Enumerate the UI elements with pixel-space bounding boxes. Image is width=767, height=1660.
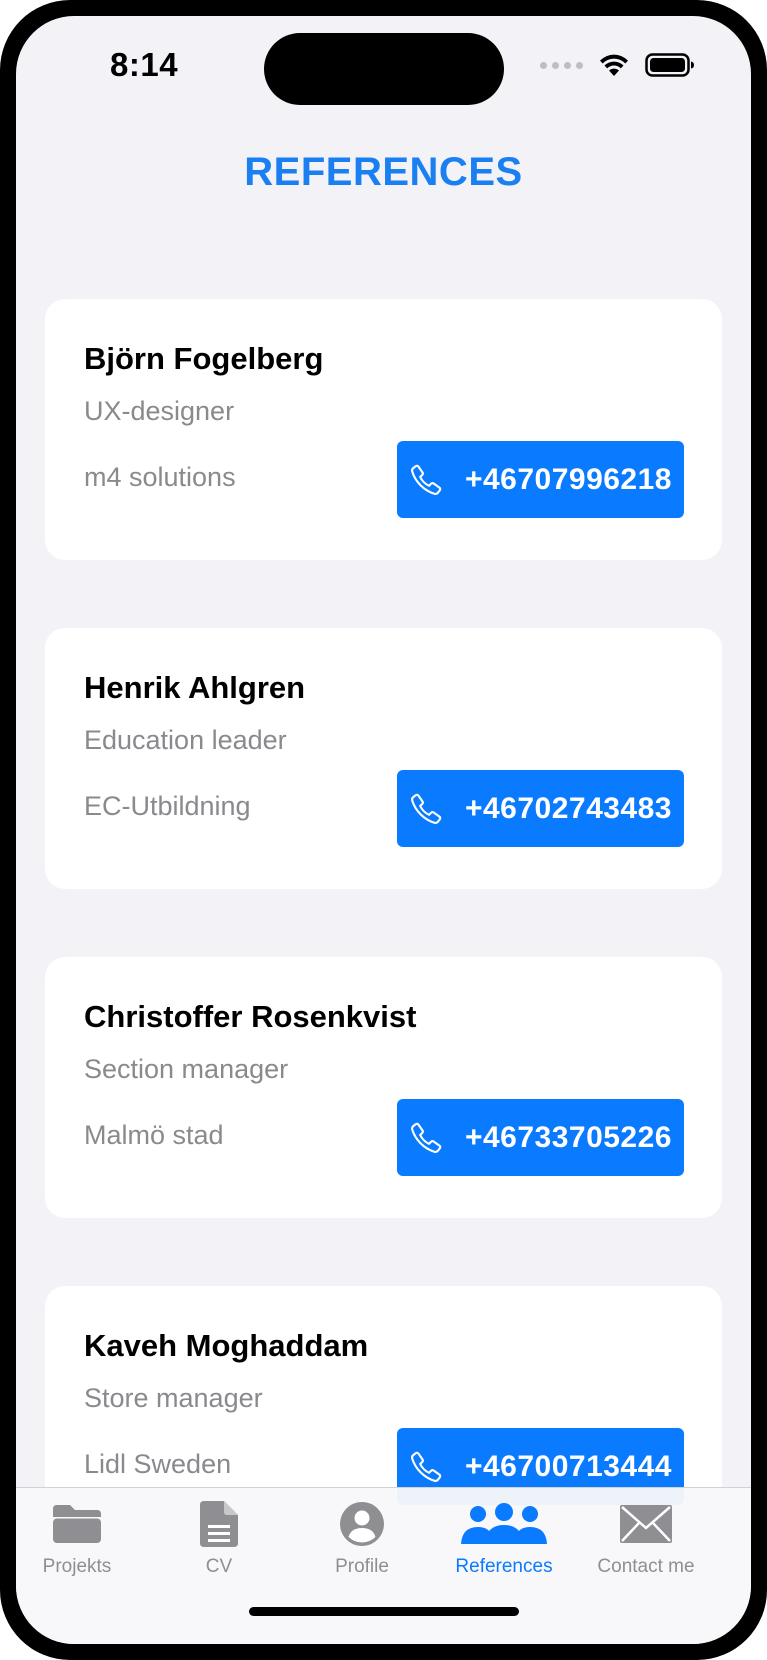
reference-company: EC-Utbildning <box>84 791 251 821</box>
reference-name: Kaveh Moghaddam <box>84 1328 369 1363</box>
cellular-signal-icon <box>540 61 583 69</box>
reference-role: Store manager <box>84 1383 263 1413</box>
phone-icon <box>410 1451 442 1482</box>
tab-projekts[interactable]: Projekts <box>16 1500 147 1578</box>
references-list[interactable]: Björn Fogelberg UX-designer m4 solutions… <box>45 299 722 1615</box>
document-icon <box>200 1501 238 1547</box>
reference-name: Björn Fogelberg <box>84 341 324 376</box>
tab-references[interactable]: References <box>434 1500 574 1578</box>
reference-company: m4 solutions <box>84 462 236 492</box>
reference-company: Lidl Sweden <box>84 1449 232 1479</box>
tab-label: Projekts <box>42 1556 112 1577</box>
phone-icon <box>410 464 442 495</box>
tab-label: CV <box>205 1556 233 1577</box>
folder-icon <box>53 1505 101 1543</box>
status-indicators <box>540 52 695 78</box>
phone-number: +46707996218 <box>464 462 672 496</box>
tab-label: Profile <box>335 1556 389 1577</box>
status-time: 8:14 <box>110 46 179 83</box>
reference-card: Björn Fogelberg UX-designer m4 solutions… <box>45 299 722 560</box>
tab-label: Contact me <box>597 1556 695 1577</box>
device-frame: 8:14 REFERENCES Björn Fogelberg UX-desig… <box>0 0 767 1660</box>
people-icon <box>461 1503 547 1544</box>
envelope-icon <box>620 1505 672 1543</box>
phone-number: +46733705226 <box>464 1120 672 1154</box>
wifi-icon <box>600 54 628 76</box>
tab-profile[interactable]: Profile <box>292 1500 432 1578</box>
reference-card: Henrik Ahlgren Education leader EC-Utbil… <box>45 628 722 889</box>
tab-bar: Projekts CV Profile References Contact m… <box>16 1487 751 1644</box>
home-indicator[interactable] <box>249 1607 519 1616</box>
reference-role: UX-designer <box>84 396 235 426</box>
call-button[interactable]: +46702743483 <box>396 770 684 847</box>
reference-role: Education leader <box>84 725 287 755</box>
call-button[interactable]: +46707996218 <box>396 441 684 518</box>
page-title: REFERENCES <box>244 150 523 194</box>
person-circle-icon <box>340 1502 384 1546</box>
tab-label: References <box>455 1556 553 1577</box>
dynamic-island <box>264 33 504 105</box>
reference-company: Malmö stad <box>84 1120 224 1150</box>
reference-name: Christoffer Rosenkvist <box>84 999 417 1034</box>
reference-name: Henrik Ahlgren <box>84 670 306 705</box>
screen: 8:14 REFERENCES Björn Fogelberg UX-desig… <box>16 16 751 1644</box>
phone-icon <box>410 793 442 824</box>
phone-number: +46702743483 <box>464 791 672 825</box>
reference-role: Section manager <box>84 1054 289 1084</box>
phone-number: +46700713444 <box>464 1449 672 1483</box>
tab-cv[interactable]: CV <box>149 1500 289 1578</box>
reference-card: Christoffer Rosenkvist Section manager M… <box>45 957 722 1218</box>
tab-contact-me[interactable]: Contact me <box>576 1500 716 1578</box>
call-button[interactable]: +46733705226 <box>396 1099 684 1176</box>
battery-icon <box>645 53 694 77</box>
phone-icon <box>410 1122 442 1153</box>
